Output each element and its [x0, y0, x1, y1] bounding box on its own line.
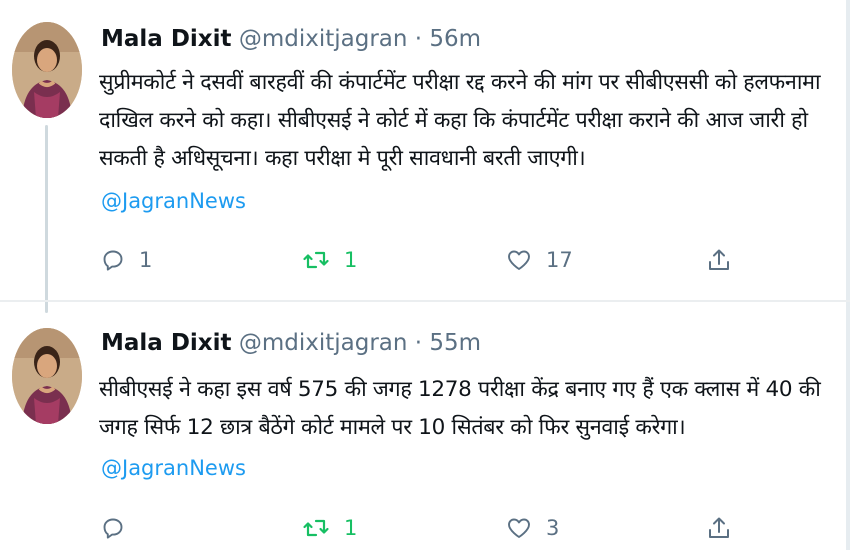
retweet-count: 1 — [344, 516, 358, 540]
retweet-button[interactable]: 1 — [302, 510, 357, 546]
reply-button[interactable]: 1 — [101, 242, 152, 278]
tweet-header: Mala Dixit @mdixitjagran · 55m — [101, 328, 481, 358]
author-name[interactable]: Mala Dixit — [101, 26, 232, 52]
author-handle[interactable]: @mdixitjagran — [239, 330, 408, 356]
tweet-header: Mala Dixit @mdixitjagran · 56m — [101, 24, 481, 54]
share-button[interactable] — [706, 242, 732, 278]
reply-button[interactable] — [101, 510, 139, 546]
author-name[interactable]: Mala Dixit — [101, 330, 232, 356]
header-separator: · — [414, 330, 423, 356]
heart-icon — [508, 250, 530, 270]
avatar-photo — [12, 328, 82, 424]
share-icon — [709, 517, 729, 538]
tweet-actions: 1 3 — [0, 510, 850, 546]
reply-icon — [103, 518, 123, 539]
tweet-divider — [0, 300, 850, 302]
tweet[interactable]: Mala Dixit @mdixitjagran · 55m सीबीएसई न… — [0, 305, 850, 550]
mention-link[interactable]: @JagranNews — [101, 453, 246, 483]
reply-icon — [103, 250, 123, 271]
like-button[interactable]: 17 — [506, 242, 573, 278]
retweet-icon — [303, 251, 329, 269]
tweet-timestamp[interactable]: 56m — [429, 26, 481, 52]
like-count: 17 — [546, 248, 573, 272]
avatar[interactable] — [12, 328, 82, 424]
avatar[interactable] — [12, 22, 82, 118]
header-separator: · — [414, 26, 423, 52]
tweet-timestamp[interactable]: 55m — [429, 330, 481, 356]
author-handle[interactable]: @mdixitjagran — [239, 26, 408, 52]
heart-icon — [508, 518, 530, 538]
like-button[interactable]: 3 — [506, 510, 559, 546]
like-count: 3 — [546, 516, 560, 540]
retweet-count: 1 — [344, 248, 358, 272]
mention-link[interactable]: @JagranNews — [101, 186, 246, 216]
reply-count: 1 — [139, 248, 153, 272]
share-button[interactable] — [706, 510, 732, 546]
avatar-photo — [12, 22, 82, 118]
retweet-icon — [303, 519, 329, 537]
tweet-text: सीबीएसई ने कहा इस वर्ष 575 की जगह 1278 प… — [99, 377, 821, 440]
tweet[interactable]: Mala Dixit @mdixitjagran · 56m सुप्रीमको… — [0, 0, 850, 300]
tweet-actions: 1 1 17 — [0, 242, 850, 278]
retweet-button[interactable]: 1 — [302, 242, 357, 278]
tweet-text: सुप्रीमकोर्ट ने दसवीं बारहवीं की कंपार्ट… — [99, 70, 821, 171]
share-icon — [709, 249, 729, 270]
